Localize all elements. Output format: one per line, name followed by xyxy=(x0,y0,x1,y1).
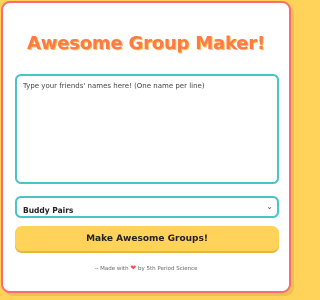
page-title: Awesome Group Maker! xyxy=(27,33,265,54)
make-groups-button[interactable]: Make Awesome Groups! xyxy=(15,226,279,251)
group-maker-card: Awesome Group Maker! Buddy Pairs ⌄ Make … xyxy=(1,1,291,293)
group-type-select[interactable]: Buddy Pairs xyxy=(17,201,277,220)
footer: -- Made with ❤ by 5th Period Science xyxy=(3,264,289,272)
group-type-select-wrapper[interactable]: Buddy Pairs ⌄ xyxy=(15,196,279,220)
names-input[interactable] xyxy=(15,74,279,184)
footer-prefix: -- Made with xyxy=(94,266,129,272)
heart-icon: ❤ xyxy=(130,264,137,272)
footer-suffix: by 5th Period Science xyxy=(137,266,198,272)
